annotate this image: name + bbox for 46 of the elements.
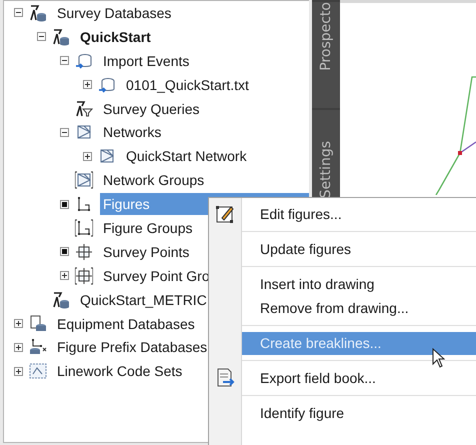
tree-item[interactable]: QuickStart [77,26,309,48]
database-icon [29,4,47,22]
tree-item[interactable]: Networks [100,121,309,144]
tree-item[interactable]: Survey Queries [100,98,309,120]
import-icon [75,52,93,70]
expand-icon[interactable] [60,271,68,280]
figgroup-icon [75,218,93,237]
import-icon [98,76,116,94]
side-tab[interactable]: Settings [312,110,340,198]
netgroup-icon [75,171,93,190]
menu-item[interactable]: Export field book... [242,366,476,390]
equipment-icon [29,314,47,333]
expand-icon[interactable] [14,319,22,328]
network-icon [75,123,93,142]
bullet-icon[interactable] [60,200,68,209]
tree-item[interactable]: Import Events [100,50,309,72]
database-icon [52,28,70,46]
prefix-icon [29,338,47,356]
bullet-icon[interactable] [60,247,68,256]
menu-item[interactable]: Insert into drawing [242,272,476,296]
cursor-icon [432,348,445,368]
export-icon [215,368,235,388]
edit-figure-icon [215,204,235,224]
points-icon [75,242,93,261]
collapse-icon[interactable] [60,56,68,66]
expand-icon[interactable] [14,342,22,352]
expand-icon[interactable] [82,80,92,90]
query-icon [75,100,93,118]
collapse-icon[interactable] [60,128,68,137]
menu-item[interactable]: Remove from drawing... [242,296,476,320]
tree-item[interactable]: QuickStart Network [123,145,309,168]
collapse-icon[interactable] [14,8,22,18]
menu-item[interactable]: Update figures [242,238,476,260]
expand-icon[interactable] [82,152,92,161]
figure-icon [75,195,93,214]
database-icon [52,290,70,309]
network-icon [98,147,116,166]
tree-item[interactable]: 0101_QuickStart.txt [123,74,309,96]
expand-icon[interactable] [14,366,22,376]
pointgroup-icon [75,266,93,285]
linework-icon [29,362,47,380]
collapse-icon[interactable] [36,32,46,42]
menu-item[interactable]: Identify figure [242,402,476,424]
tree-item[interactable]: Survey Databases [54,2,309,24]
tree-item[interactable]: Network Groups [100,169,309,192]
side-tab[interactable]: Prospecto [312,2,340,108]
